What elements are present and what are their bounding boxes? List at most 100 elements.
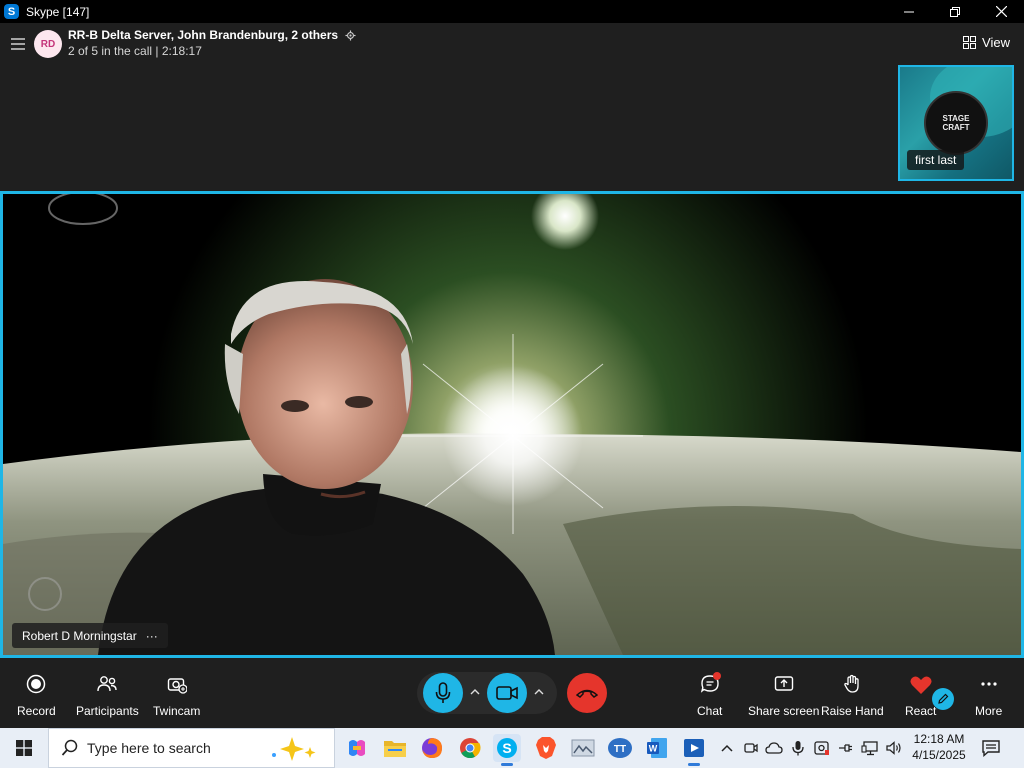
gear-icon[interactable]	[345, 29, 356, 41]
call-title-text: RR-B Delta Server, John Brandenburg, 2 o…	[68, 28, 339, 42]
window-controls	[886, 0, 1024, 23]
share-screen-icon	[774, 676, 793, 691]
media-player-icon	[684, 739, 704, 757]
chat-label: Chat	[697, 704, 723, 718]
hamburger-menu-button[interactable]	[11, 37, 27, 51]
tray-power-button[interactable]	[836, 738, 854, 758]
svg-text:W: W	[649, 744, 658, 754]
folder-icon	[384, 741, 406, 757]
tray-network-button[interactable]	[861, 738, 879, 758]
speaker-name-tag[interactable]: Robert D Morningstar ···	[12, 623, 168, 648]
microphone-button[interactable]	[423, 673, 463, 713]
file-explorer-app[interactable]	[381, 734, 409, 762]
view-button[interactable]: View	[963, 35, 1010, 50]
react-edit-button[interactable]	[932, 688, 954, 710]
tray-volume-button[interactable]	[885, 738, 903, 758]
call-title[interactable]: RR-B Delta Server, John Brandenburg, 2 o…	[68, 28, 356, 42]
svg-text:S: S	[502, 740, 511, 756]
mic-options-chevron-icon[interactable]	[470, 687, 480, 697]
brave-icon	[536, 737, 556, 759]
microphone-icon	[435, 682, 451, 703]
photos-app[interactable]	[569, 734, 597, 762]
raise-hand-label: Raise Hand	[821, 704, 884, 718]
windows-start-icon[interactable]	[16, 740, 32, 756]
hamburger-icon	[11, 38, 25, 50]
microphone-icon	[792, 741, 804, 756]
notification-center-icon[interactable]	[982, 739, 1000, 757]
windows-taskbar: Type here to search S TT W 12:18 AM 4/15…	[0, 728, 1024, 768]
camera-button[interactable]	[487, 673, 527, 713]
clock-date: 4/15/2025	[912, 748, 966, 762]
chat-notification-badge	[713, 672, 721, 680]
restore-button[interactable]	[932, 0, 978, 23]
clock-time: 12:18 AM	[913, 732, 965, 746]
search-icon	[61, 739, 78, 756]
participants-button[interactable]: Participants	[76, 674, 139, 718]
grid-view-icon	[963, 36, 977, 49]
skype-logo-icon: S	[4, 4, 19, 19]
speaker-more-icon[interactable]: ···	[146, 629, 158, 643]
word-app[interactable]: W	[643, 734, 671, 762]
title-bar: S Skype [147]	[0, 0, 1024, 23]
restore-icon	[950, 6, 960, 17]
camera-options-chevron-icon[interactable]	[534, 687, 544, 697]
tt-app[interactable]: TT	[606, 734, 634, 762]
heart-icon	[910, 676, 932, 694]
media-player-app[interactable]	[680, 734, 708, 766]
svg-text:TT: TT	[614, 744, 626, 755]
video-feed	[3, 194, 1021, 655]
view-label: View	[982, 35, 1010, 50]
main-video-tile[interactable]: Robert D Morningstar ···	[0, 191, 1024, 658]
hang-up-button[interactable]	[567, 673, 607, 713]
skype-icon: S	[497, 738, 517, 758]
minimize-icon	[904, 11, 914, 12]
firefox-icon	[422, 738, 442, 758]
copilot-icon	[349, 740, 365, 756]
self-name-tag: first last	[907, 150, 965, 170]
group-avatar[interactable]: RD	[34, 30, 62, 58]
volume-icon	[886, 741, 901, 755]
taskbar-clock[interactable]: 12:18 AM 4/15/2025	[907, 731, 971, 763]
video-camera-icon	[496, 686, 518, 700]
participants-icon	[97, 676, 118, 692]
taskbar-search-box[interactable]: Type here to search	[48, 728, 335, 768]
window-title: Skype [147]	[26, 4, 90, 19]
raise-hand-button[interactable]: Raise Hand	[821, 674, 884, 718]
tray-overflow-button[interactable]	[718, 738, 736, 758]
close-button[interactable]	[978, 0, 1024, 23]
share-screen-button[interactable]: Share screen	[748, 674, 819, 718]
brave-app[interactable]	[532, 734, 560, 762]
copilot-app[interactable]	[343, 734, 371, 762]
photos-icon	[571, 739, 595, 757]
meet-now-icon	[744, 743, 758, 753]
network-icon	[861, 741, 878, 756]
minimize-button[interactable]	[886, 0, 932, 23]
react-label: React	[905, 704, 937, 718]
tray-meet-button[interactable]	[742, 738, 760, 758]
more-button[interactable]: More	[975, 674, 1002, 718]
power-plug-icon	[839, 744, 852, 752]
cloud-icon	[765, 742, 783, 754]
call-header: RD RR-B Delta Server, John Brandenburg, …	[0, 23, 1024, 191]
more-label: More	[975, 704, 1003, 718]
app-tray-icon	[814, 741, 829, 755]
skype-app[interactable]: S	[493, 734, 521, 766]
firefox-app[interactable]	[418, 734, 446, 762]
twincam-icon	[167, 678, 187, 694]
twincam-button[interactable]: Twincam	[153, 674, 200, 718]
chrome-app[interactable]	[456, 734, 484, 762]
app-icon: TT	[608, 738, 632, 758]
self-video-tile[interactable]: STAGE CRAFT first last	[898, 65, 1014, 181]
record-button[interactable]: Record	[17, 674, 56, 718]
chevron-up-icon	[721, 744, 733, 752]
pencil-icon	[938, 693, 949, 704]
tray-mic-button[interactable]	[789, 738, 807, 758]
word-icon: W	[647, 738, 667, 758]
close-icon	[995, 6, 1007, 17]
chat-button[interactable]: Chat	[697, 674, 722, 718]
tray-onedrive-button[interactable]	[765, 738, 783, 758]
call-controls: Record Participants Twincam Chat Share s…	[0, 658, 1024, 728]
tray-app-button[interactable]	[813, 738, 831, 758]
stagecraft-logo: STAGE CRAFT	[924, 91, 988, 155]
speaker-name: Robert D Morningstar	[22, 628, 137, 643]
